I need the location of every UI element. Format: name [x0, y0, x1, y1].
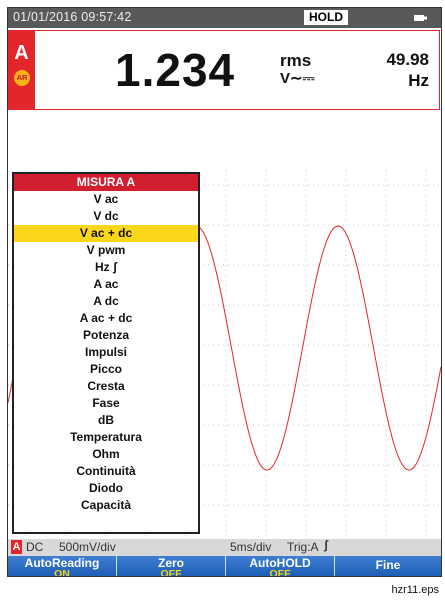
- menu-item-a-ac-dc[interactable]: A ac + dc: [14, 310, 198, 327]
- frequency-reading: 49.98: [386, 50, 429, 69]
- volts-per-div: 500mV/div: [59, 540, 116, 554]
- measurement-readout: A AR 1.234 rms V∼⎓ 49.98 Hz: [8, 30, 441, 110]
- menu-item-potenza[interactable]: Potenza: [14, 327, 198, 344]
- menu-title: MISURA A: [14, 174, 198, 191]
- hold-indicator: HOLD: [304, 10, 348, 25]
- menu-item-v-pwm[interactable]: V pwm: [14, 242, 198, 259]
- time-per-div: 5ms/div: [230, 540, 272, 554]
- channel-a-label: A: [14, 42, 29, 64]
- battery-icon: [414, 15, 427, 21]
- channel-a-tab[interactable]: A AR: [8, 30, 35, 110]
- menu-item-db[interactable]: dB: [14, 412, 198, 429]
- datetime: 01/01/2016 09:57:42: [13, 10, 132, 24]
- autohold-softkey[interactable]: AutoHOLD OFF: [226, 556, 335, 576]
- menu-item-a-ac[interactable]: A ac: [14, 276, 198, 293]
- menu-item-picco[interactable]: Picco: [14, 361, 198, 378]
- autorange-badge: AR: [14, 70, 30, 86]
- softkey-state: OFF: [160, 568, 182, 577]
- menu-item-v-dc[interactable]: V dc: [14, 208, 198, 225]
- frequency-unit: Hz: [408, 71, 429, 90]
- main-reading: 1.234: [115, 44, 236, 96]
- menu-item-continuita[interactable]: Continuità: [14, 463, 198, 480]
- menu-item-impulsi[interactable]: Impulsi: [14, 344, 198, 361]
- scale-channel-badge: A: [11, 540, 22, 554]
- figure-caption: hzr11.eps: [391, 584, 440, 596]
- autoreading-softkey[interactable]: AutoReading ON: [8, 556, 117, 576]
- softkey-state: ON: [54, 568, 70, 577]
- scope-screen: 01/01/2016 09:57:42 HOLD A AR 1.234 rms …: [7, 7, 442, 577]
- fine-softkey[interactable]: Fine: [335, 556, 441, 576]
- status-bar: 01/01/2016 09:57:42 HOLD: [8, 8, 441, 28]
- menu-item-diodo[interactable]: Diodo: [14, 480, 198, 497]
- rms-label: rms: [280, 51, 312, 70]
- menu-item-hz[interactable]: Hz ʃ: [14, 259, 198, 276]
- menu-item-fase[interactable]: Fase: [14, 395, 198, 412]
- measure-menu[interactable]: MISURA A V ac V dc V ac + dc V pwm Hz ʃ …: [12, 172, 200, 534]
- softkey-bar: AutoReading ON Zero OFF AutoHOLD OFF Fin…: [8, 556, 441, 576]
- menu-item-a-dc[interactable]: A dc: [14, 293, 198, 310]
- menu-item-cresta[interactable]: Cresta: [14, 378, 198, 395]
- trigger-source: Trig:A: [287, 540, 319, 554]
- unit-label: V∼⎓: [280, 70, 315, 87]
- trigger-slope-icon: ʃ: [324, 538, 328, 552]
- coupling-label: DC: [26, 540, 44, 554]
- menu-item-v-ac[interactable]: V ac: [14, 191, 198, 208]
- softkey-label: Fine: [375, 558, 401, 572]
- zero-softkey[interactable]: Zero OFF: [117, 556, 226, 576]
- menu-item-temperatura[interactable]: Temperatura: [14, 429, 198, 446]
- menu-item-ohm[interactable]: Ohm: [14, 446, 198, 463]
- softkey-state: OFF: [269, 568, 291, 577]
- scale-bar: A DC 500mV/div 5ms/div Trig:A ʃ: [8, 538, 441, 556]
- menu-item-v-ac-dc[interactable]: V ac + dc: [14, 225, 198, 242]
- readout-panel: 1.234 rms V∼⎓ 49.98 Hz: [35, 30, 440, 110]
- menu-item-capacita[interactable]: Capacità: [14, 497, 198, 514]
